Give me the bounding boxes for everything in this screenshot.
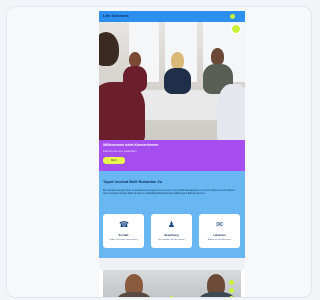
section-heading: Tupot Uneiind Bieit Ruhartion Zu [103, 180, 163, 184]
status-badge [231, 24, 241, 34]
section-text: Ea nuhustia emmgemmen an tiemitoenur pum… [103, 189, 236, 196]
person-icon: ♟ [167, 220, 176, 229]
person-body [199, 292, 235, 297]
tile-title: Bewerbung [164, 234, 179, 237]
application-tile[interactable]: ♟ Bewerbung Sie bewerben sich bei mieine… [151, 214, 192, 248]
hero-title: Willkommen beim Kennenlernen [103, 143, 159, 147]
carousel-dot-icon[interactable] [229, 288, 234, 293]
hero-subtitle: Karriere bei uns entdecken [103, 149, 137, 153]
contact-tile[interactable]: ☎ Kontakt Eolbnr auf uneere vortnsin one… [103, 214, 144, 248]
tile-description: Sie bewerben sich bei mieiner [158, 239, 185, 241]
menu-icon[interactable] [230, 14, 235, 19]
carousel-dot-icon[interactable] [229, 296, 234, 297]
top-navigation-bar: Life Sciences [99, 11, 245, 22]
mobile-page-preview: Life Sciences Willkommen beim Kennenlern… [99, 11, 245, 297]
person-head [171, 52, 184, 69]
tile-title: Kontakt [118, 234, 129, 237]
person-head [99, 32, 119, 66]
brand-logo[interactable]: Life Sciences [103, 13, 129, 18]
carousel-dot-icon[interactable] [229, 280, 234, 285]
tile-title: Lebanium [213, 234, 226, 237]
hero-banner: Willkommen beim Kennenlernen Karriere be… [99, 140, 245, 171]
info-section: Tupot Uneiind Bieit Ruhartion Zu Ea nuhu… [99, 171, 245, 258]
chat-icon: ✉ [216, 220, 223, 229]
tile-description: Eolbnr auf uneere vortnsin oner [109, 239, 138, 241]
hero-image [99, 22, 245, 140]
person-head [129, 52, 141, 67]
person-body [123, 66, 147, 92]
preview-card: Life Sciences Willkommen beim Kennenlern… [6, 6, 312, 298]
team-photo [103, 270, 241, 297]
section-divider [99, 258, 245, 270]
person-body [217, 84, 245, 140]
tile-description: Ahitiber zu Kmunhomnens [207, 239, 232, 241]
carousel-dot-icon[interactable] [169, 296, 174, 297]
person-body [164, 68, 191, 94]
chat-tile[interactable]: ✉ Lebanium Ahitiber zu Kmunhomnens [199, 214, 240, 248]
person-head [211, 48, 224, 65]
hero-cta-button[interactable]: Mehr [103, 157, 125, 164]
phone-icon: ☎ [119, 220, 129, 229]
person-body [117, 292, 151, 297]
